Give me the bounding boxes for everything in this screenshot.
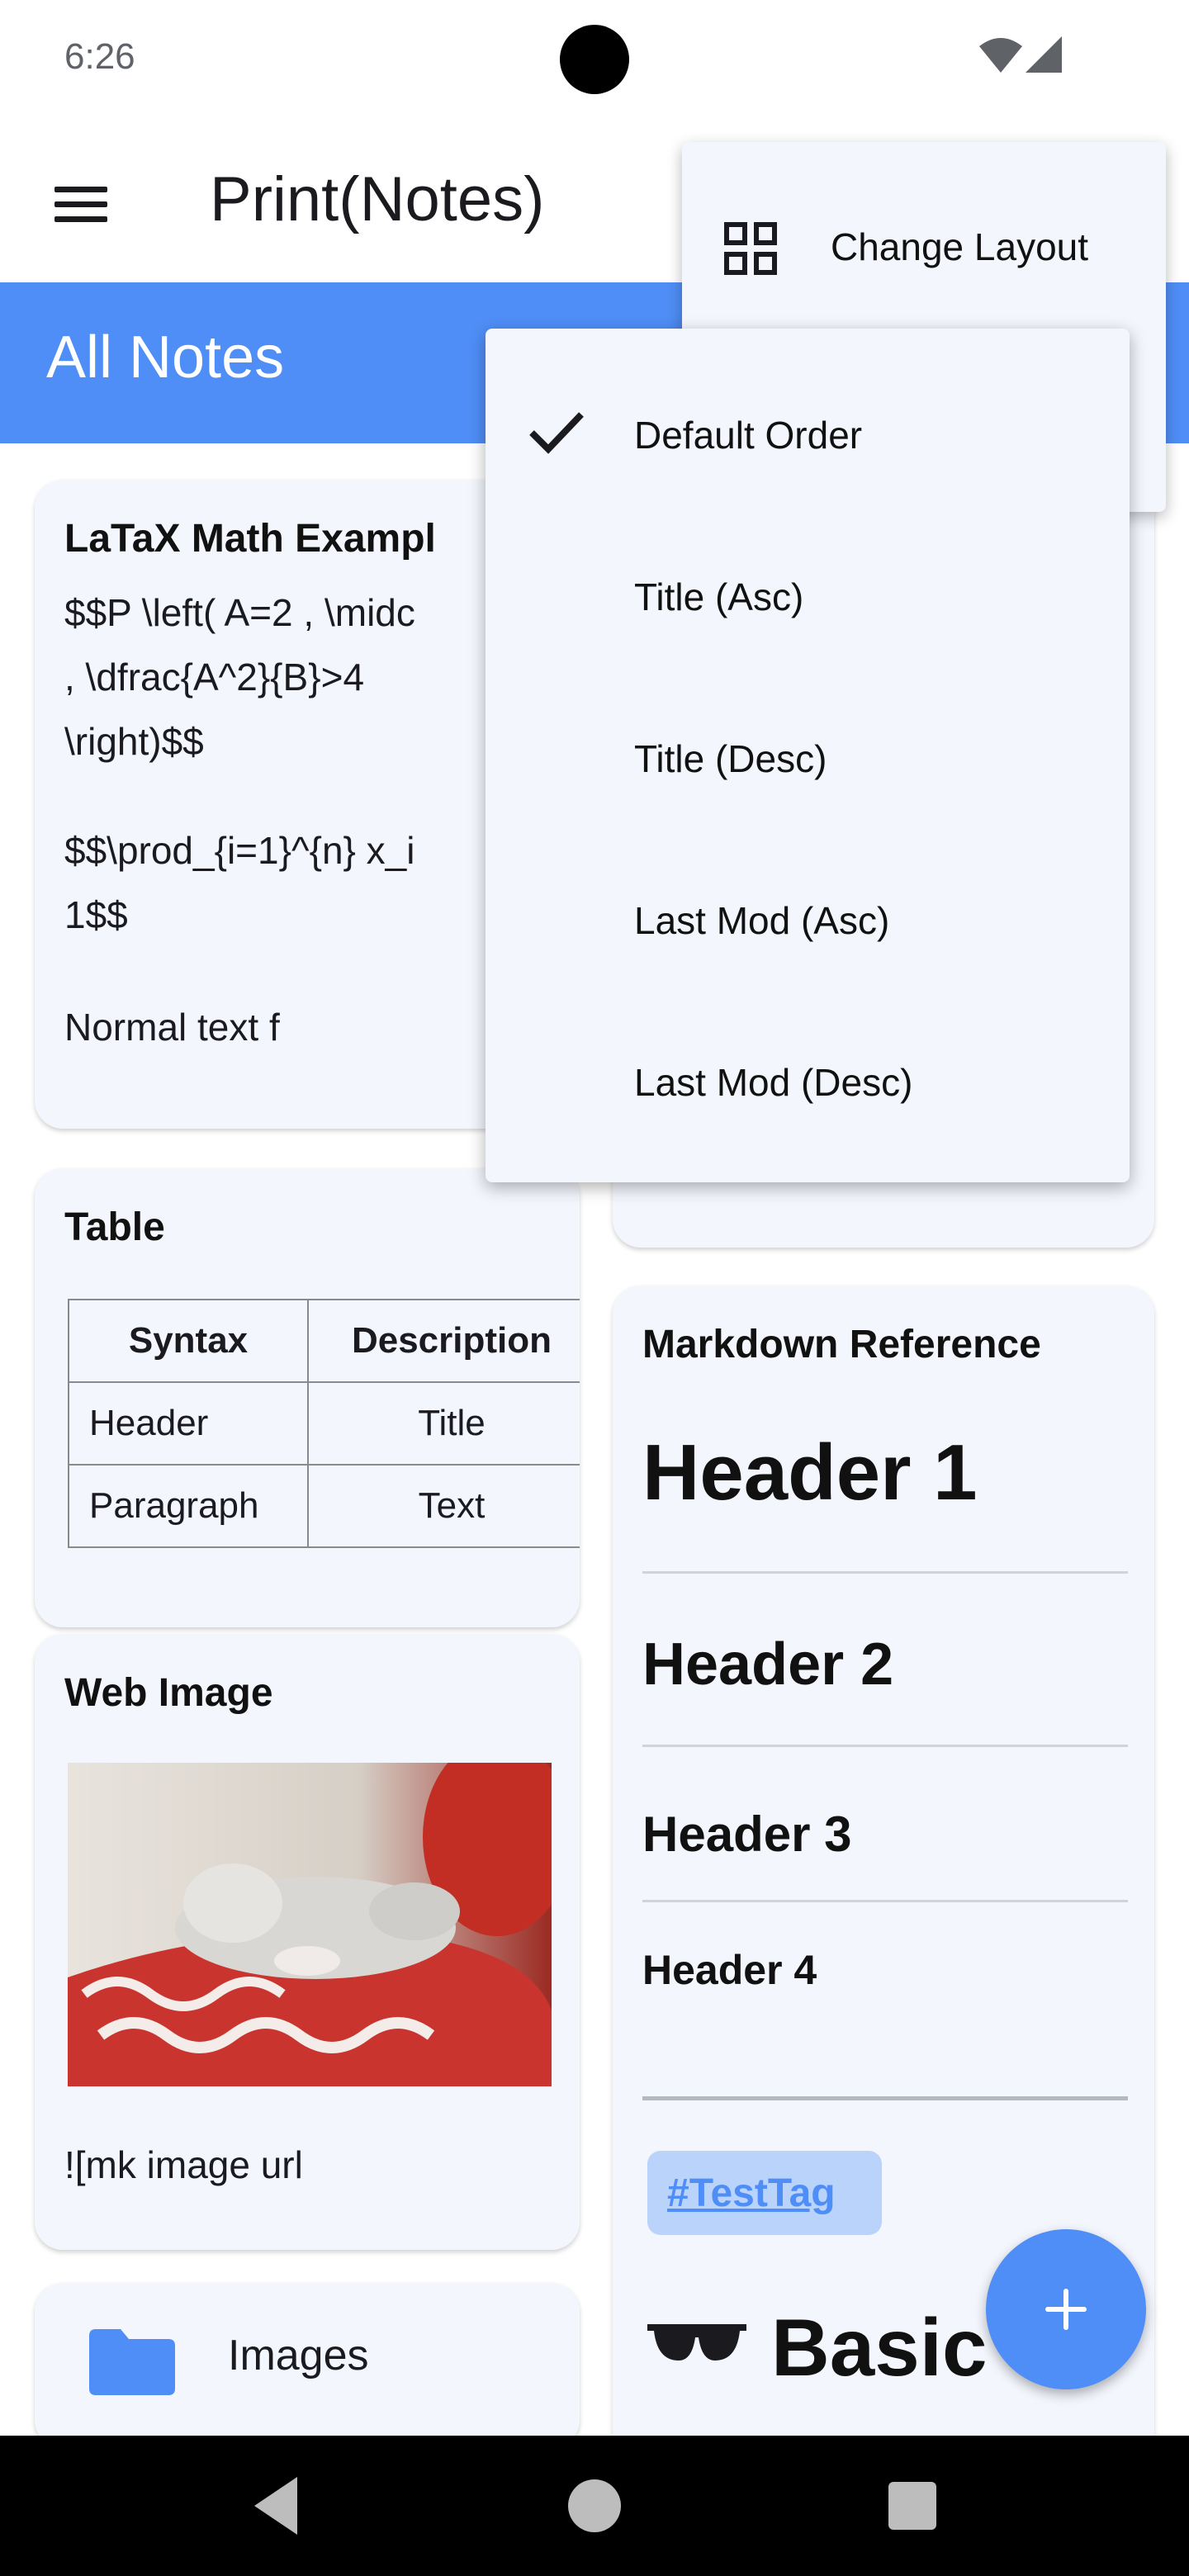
- note-title: Table: [64, 1205, 165, 1249]
- camera-cutout: [560, 25, 629, 94]
- folder-label: Images: [228, 2332, 369, 2379]
- markdown-rule: [642, 1745, 1128, 1747]
- sort-option-last-mod-asc[interactable]: Last Mod (Asc): [486, 837, 1130, 999]
- markdown-emoji-title: Basic: [771, 2302, 988, 2393]
- markdown-rule: [642, 2096, 1128, 2100]
- markdown-h1: Header 1: [642, 1428, 978, 1517]
- markdown-rule: [642, 1571, 1128, 1574]
- back-icon[interactable]: [239, 2469, 314, 2543]
- table-header: Description: [307, 1299, 580, 1383]
- table-cell: Paragraph: [68, 1464, 309, 1548]
- navigation-bar: [0, 2436, 1189, 2576]
- markdown-table: Syntax Description Header Title Paragrap…: [68, 1299, 580, 1548]
- table-cell: Header: [68, 1381, 309, 1466]
- note-line: 1$$: [64, 893, 128, 936]
- sort-option-title-desc[interactable]: Title (Desc): [486, 675, 1130, 837]
- tag-chip[interactable]: #TestTag: [647, 2151, 882, 2235]
- note-line: $$\prod_{i=1}^{n} x_i: [64, 829, 415, 872]
- kitten-photo: [68, 1763, 552, 2086]
- folder-card-images[interactable]: Images: [35, 2283, 580, 2436]
- note-line: \right)$$: [64, 720, 204, 763]
- check-icon: [529, 412, 584, 454]
- recents-icon[interactable]: [875, 2469, 950, 2543]
- wifi-icon: [979, 38, 1022, 73]
- change-layout-item[interactable]: Change Layout: [831, 225, 1088, 269]
- home-icon[interactable]: [557, 2469, 632, 2543]
- sort-option-default-order[interactable]: Default Order: [486, 352, 1130, 514]
- table-cell: Text: [307, 1464, 580, 1548]
- table-clip: Syntax Description Header Title Paragrap…: [64, 1297, 580, 1553]
- status-time: 6:26: [64, 36, 135, 77]
- note-title: LaTaX Math Exampl: [64, 517, 436, 561]
- sort-option-label: Default Order: [634, 414, 863, 457]
- markdown-h2: Header 2: [642, 1631, 894, 1698]
- table-cell: Title: [307, 1381, 580, 1466]
- note-caption: ![mk image url: [64, 2143, 303, 2186]
- folder-icon: [89, 2329, 175, 2395]
- note-line: $$P \left( A=2 , \midc: [64, 591, 415, 634]
- status-bar: 6:26: [0, 0, 1189, 124]
- sort-option-label: Last Mod (Desc): [634, 1061, 913, 1104]
- note-card-web-image[interactable]: Web Image ![mk image url: [35, 1634, 580, 2250]
- plus-icon: [1063, 2289, 1068, 2330]
- grid-icon: [724, 222, 777, 275]
- note-title: Markdown Reference: [642, 1323, 1041, 1366]
- table-header: Syntax: [68, 1299, 309, 1383]
- signal-icon: [1026, 36, 1062, 73]
- markdown-h3: Header 3: [642, 1807, 852, 1862]
- sort-option-label: Title (Asc): [634, 575, 804, 618]
- note-title: Web Image: [64, 1671, 273, 1715]
- note-card-table[interactable]: Table Syntax Description Header Title Pa…: [35, 1168, 580, 1627]
- note-line: , \dfrac{A^2}{B}>4: [64, 656, 365, 698]
- app-title: Print(Notes): [210, 164, 545, 234]
- add-note-button[interactable]: [986, 2229, 1146, 2389]
- sort-option-label: Title (Desc): [634, 737, 827, 780]
- sunglasses-icon: [647, 2324, 746, 2361]
- sort-menu: Default Order Title (Asc) Title (Desc) L…: [486, 329, 1130, 1182]
- tag-text: #TestTag: [667, 2171, 836, 2215]
- sort-option-title-asc[interactable]: Title (Asc): [486, 514, 1130, 675]
- section-title: All Notes: [46, 324, 285, 391]
- menu-icon[interactable]: [46, 178, 116, 228]
- note-line: Normal text f: [64, 1006, 280, 1049]
- sort-option-last-mod-desc[interactable]: Last Mod (Desc): [486, 999, 1130, 1161]
- status-icons: [979, 36, 1062, 73]
- markdown-rule: [642, 1900, 1128, 1902]
- sort-option-label: Last Mod (Asc): [634, 899, 890, 942]
- markdown-h4: Header 4: [642, 1947, 817, 1993]
